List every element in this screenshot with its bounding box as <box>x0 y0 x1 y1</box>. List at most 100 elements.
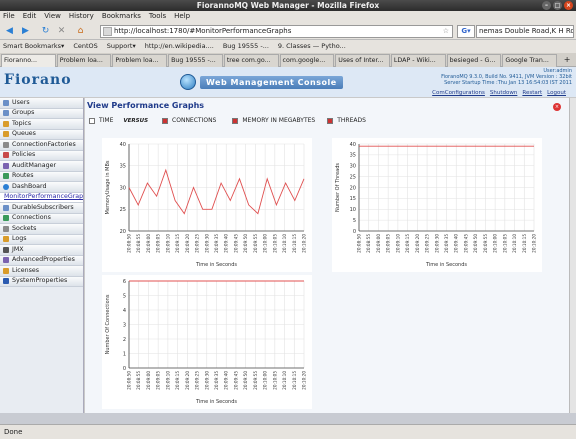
restart-link[interactable]: Restart <box>522 90 542 96</box>
site-favicon-icon <box>103 27 112 36</box>
tab-uses-of-inter[interactable]: Uses of Inter... <box>335 54 390 67</box>
memory-checkbox[interactable] <box>232 117 239 124</box>
sidebar-item-groups[interactable]: Groups <box>0 108 83 119</box>
menu-bar: File Edit View History Bookmarks Tools H… <box>0 11 576 22</box>
sidebar-item-connectionfactories[interactable]: ConnectionFactories <box>0 140 83 151</box>
sidebar-item-topics[interactable]: Topics <box>0 119 83 130</box>
sidebar-item-connections[interactable]: Connections <box>0 213 83 224</box>
bookmark-bug[interactable]: Bug 19555 -... <box>223 40 269 53</box>
memory-chart: 20 25 30 35 40 20:08:50 20:08:55 20:09:00 20:09:… <box>102 138 312 272</box>
sidebar-item-monitorperformancegraphs[interactable]: MonitorPerformanceGraphs <box>0 192 83 203</box>
y-tick-label: 35 <box>120 164 126 170</box>
sidebar-item-advancedproperties[interactable]: AdvancedProperties <box>0 255 83 266</box>
threads-checkbox[interactable] <box>327 117 334 124</box>
x-tick-label: 20:10:00 <box>263 371 268 390</box>
x-tick-label: 20:09:15 <box>405 234 410 253</box>
url-text: http://localhost:1780/#MonitorPerformanc… <box>114 27 292 35</box>
x-tick-label: 20:09:30 <box>434 234 439 253</box>
search-engine-icon[interactable]: G▾ <box>457 25 475 38</box>
menu-help[interactable]: Help <box>174 11 190 22</box>
tab-bug[interactable]: Bug 19555 -... <box>168 54 223 67</box>
sidebar-item-durablesubscribers[interactable]: DurableSubscribers <box>0 203 83 214</box>
connections-chart-svg: 0 1 2 3 4 5 6 20:08:50 20:08:55 20:09:00 20:09:05 2… <box>105 279 307 405</box>
x-tick-label: 20:09:25 <box>425 234 430 253</box>
bookmark-wikipedia[interactable]: http://en.wikipedia.... <box>145 40 214 53</box>
y-tick-label: 20 <box>120 229 126 235</box>
minimize-icon[interactable]: – <box>542 1 551 10</box>
back-icon[interactable]: ◀ <box>3 25 16 38</box>
sidebar-item-dashboard[interactable]: DashBoard <box>0 182 83 193</box>
menu-tools[interactable]: Tools <box>149 11 166 22</box>
search-input[interactable]: nemas Double Road,K H Road <box>476 25 574 38</box>
new-tab-icon[interactable]: + <box>558 53 576 66</box>
x-axis-label: Time in Seconds <box>195 262 237 268</box>
stop-icon[interactable]: ✕ <box>55 25 68 38</box>
sidebar-item-logs[interactable]: Logs <box>0 234 83 245</box>
maximize-icon[interactable]: □ <box>553 1 562 10</box>
horizontal-scrollbar[interactable] <box>0 413 576 424</box>
home-icon[interactable]: ⌂ <box>74 25 87 38</box>
tab-ldap[interactable]: LDAP - Wiki... <box>390 54 446 67</box>
y-tick-label: 0 <box>353 229 356 235</box>
bookmark-smart[interactable]: Smart Bookmarks▾ <box>3 40 64 53</box>
x-tick-label: 20:09:50 <box>473 234 478 253</box>
time-checkbox[interactable] <box>89 117 95 124</box>
panel-close-icon[interactable]: × <box>553 103 561 111</box>
menu-edit[interactable]: Edit <box>23 11 37 22</box>
x-tick-label: 20:08:50 <box>357 234 362 253</box>
connections-checkbox[interactable] <box>162 117 169 124</box>
bookmark-star-icon[interactable]: ☆ <box>443 26 449 37</box>
tab-tree[interactable]: tree com.go... <box>223 54 279 67</box>
menu-view[interactable]: View <box>44 11 61 22</box>
main-panel: View Performance Graphs × TIME VERSUS CO… <box>85 98 569 413</box>
tab-fiorano[interactable]: Fioranno... <box>1 54 56 67</box>
sidebar-item-routes[interactable]: Routes <box>0 171 83 182</box>
sidebar-item-users[interactable]: Users <box>0 98 83 109</box>
x-tick-label: 20:09:00 <box>146 234 151 253</box>
status-bar: Done <box>0 424 576 439</box>
y-tick-label: 35 <box>350 153 356 159</box>
forward-icon[interactable]: ▶ <box>19 25 32 38</box>
tab-problem-2[interactable]: Problem loa... <box>112 54 168 67</box>
x-tick-label: 20:09:10 <box>395 234 400 253</box>
tab-google-tran[interactable]: Google Tran... <box>502 54 558 67</box>
close-icon[interactable]: × <box>564 1 573 10</box>
y-tick-label: 5 <box>123 293 126 299</box>
tab-besieged[interactable]: besieged - G... <box>446 54 502 67</box>
configurations-link[interactable]: ComConfigurations <box>432 90 485 96</box>
y-tick-label: 3 <box>123 322 126 328</box>
x-tick-label: 20:10:20 <box>302 234 307 253</box>
menu-file[interactable]: File <box>3 11 15 22</box>
page-title: View Performance Graphs <box>87 101 205 110</box>
memory-chart-svg: 20 25 30 35 40 20:08:50 20:08:55 20:09:00 20:09:… <box>105 142 307 268</box>
sidebar-item-systemproperties[interactable]: SystemProperties <box>0 276 83 287</box>
queues-icon <box>3 131 9 138</box>
sidebar-item-policies[interactable]: Policies <box>0 150 83 161</box>
tab-problem-1[interactable]: Problem loa... <box>56 54 112 67</box>
x-tick-label: 20:10:15 <box>292 234 297 253</box>
x-tick-label: 20:09:35 <box>214 234 219 253</box>
sidebar-item-jmx[interactable]: JMX <box>0 245 83 256</box>
sidebar-item-auditmanager[interactable]: AuditManager <box>0 161 83 172</box>
sidebar-item-sockets[interactable]: Sockets <box>0 224 83 235</box>
y-axis-label: Number Of Connections <box>105 294 111 354</box>
x-tick-label: 20:10:00 <box>263 234 268 253</box>
bookmark-python[interactable]: 9. Classes — Pytho... <box>278 40 346 53</box>
reload-icon[interactable]: ↻ <box>39 25 52 38</box>
vertical-scrollbar[interactable] <box>569 98 576 413</box>
menu-bookmarks[interactable]: Bookmarks <box>102 11 141 22</box>
x-tick-label: 20:09:55 <box>483 234 488 253</box>
url-bar[interactable]: http://localhost:1780/#MonitorPerformanc… <box>100 25 453 38</box>
y-axis-label: Number Of Threads <box>335 163 341 212</box>
tab-com-google[interactable]: com.google... <box>279 54 335 67</box>
sidebar-item-queues[interactable]: Queues <box>0 129 83 140</box>
y-tick-label: 4 <box>123 308 126 314</box>
logout-link[interactable]: Logout <box>547 90 566 96</box>
bookmark-centos[interactable]: CentOS <box>73 40 97 53</box>
bookmark-support[interactable]: Support▾ <box>107 40 136 53</box>
sidebar-item-licenses[interactable]: Licenses <box>0 266 83 277</box>
y-tick-label: 20 <box>350 185 356 191</box>
menu-history[interactable]: History <box>69 11 94 22</box>
shutdown-link[interactable]: Shutdown <box>490 90 517 96</box>
x-tick-label: 20:09:40 <box>224 371 229 390</box>
